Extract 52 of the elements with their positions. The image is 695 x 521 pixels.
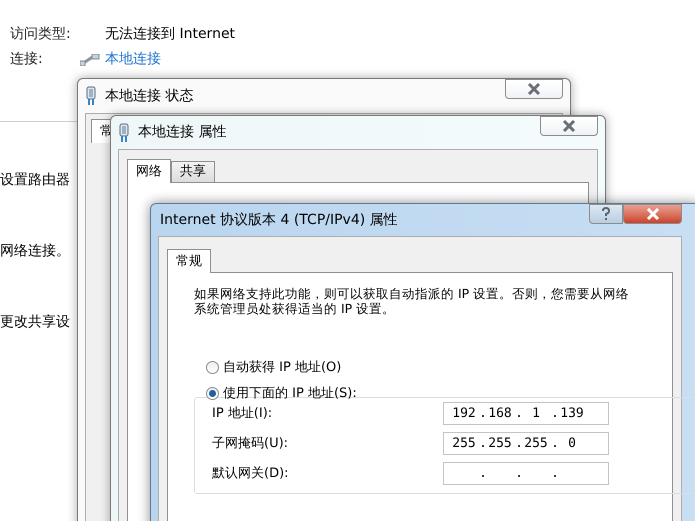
tab[interactable]: 共享 xyxy=(171,161,215,182)
help-icon xyxy=(601,207,611,221)
help-button[interactable] xyxy=(589,204,623,224)
window-title: Internet 协议版本 4 (TCP/IPv4) 属性 xyxy=(160,210,398,230)
radio-label: 自动获得 IP 地址(O) xyxy=(223,359,342,377)
radio-button[interactable] xyxy=(206,386,219,400)
radio-button[interactable] xyxy=(206,361,219,374)
field-label: 访问类型: xyxy=(10,25,72,44)
field-label: 连接: xyxy=(10,50,44,69)
tab[interactable]: 网络 xyxy=(127,159,171,183)
separator-dot: . xyxy=(478,434,488,453)
description-text: 网络连接。 xyxy=(0,242,70,261)
window-title: 本地连接 状态 xyxy=(105,86,194,106)
description-text: 更改共享设 xyxy=(0,313,70,332)
close-button[interactable] xyxy=(623,204,682,224)
field-label: 子网掩码(U): xyxy=(212,434,288,453)
separator-dot: . xyxy=(550,404,560,423)
close-icon xyxy=(644,208,660,220)
field-value: 无法连接到 Internet xyxy=(105,25,236,44)
network-plug-icon xyxy=(85,86,97,106)
octet-text: 255 xyxy=(488,434,512,453)
separator-dot: . xyxy=(478,464,488,483)
octet-text: 139 xyxy=(560,404,584,423)
octet-text: 1 xyxy=(531,404,541,423)
octet-text: 255 xyxy=(524,434,548,453)
description-text: 如果网络支持此功能，则可以获取自动指派的 IP 设置。否则，您需要从网络系统管理员处获得适当的 IP 设置。 xyxy=(194,286,630,316)
network-cable-icon xyxy=(80,54,100,66)
network-plug-icon xyxy=(118,122,130,142)
radio-label: 使用下面的 IP 地址(S): xyxy=(223,384,357,402)
field-label: IP 地址(I): xyxy=(212,404,272,423)
separator-dot: . xyxy=(478,404,488,423)
close-icon xyxy=(526,83,542,95)
octet-text: 192 xyxy=(452,404,476,423)
separator-dot: . xyxy=(514,464,524,483)
separator-dot: . xyxy=(514,404,524,423)
separator-dot: . xyxy=(550,464,560,483)
close-button[interactable] xyxy=(540,116,598,136)
ip-address-field[interactable]: 255 .255 .255 . 0 xyxy=(443,432,609,455)
description-text: 设置路由器 xyxy=(0,171,70,190)
ip-address-field[interactable]: . . . xyxy=(443,462,609,485)
separator-dot: . xyxy=(514,434,524,453)
tab[interactable]: 常规 xyxy=(167,249,211,273)
octet-text: 168 xyxy=(488,404,512,423)
window-title: 本地连接 属性 xyxy=(138,123,226,142)
field-label: 默认网关(D): xyxy=(212,464,289,483)
octet-text: 0 xyxy=(567,434,577,453)
close-icon xyxy=(561,120,577,132)
octet-text: 255 xyxy=(452,434,476,453)
close-button[interactable] xyxy=(505,79,563,99)
ip-address-field[interactable]: 192 .168 . 1 .139 xyxy=(443,402,609,425)
connection-link[interactable]: 本地连接 xyxy=(105,49,161,70)
separator-dot: . xyxy=(550,434,560,453)
